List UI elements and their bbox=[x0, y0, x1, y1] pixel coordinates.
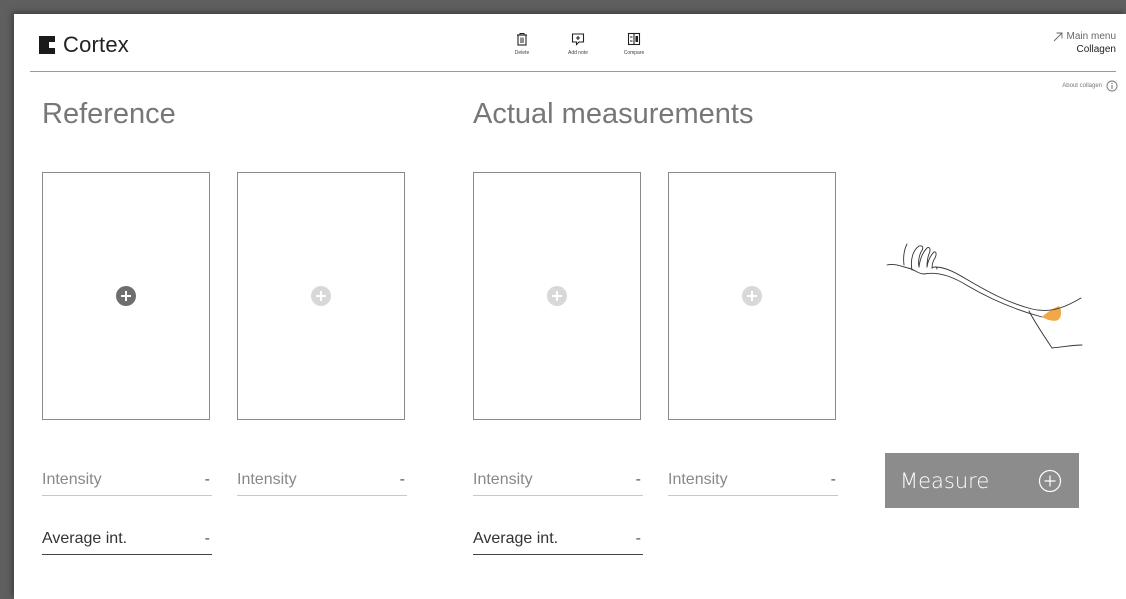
main-menu-label: Main menu bbox=[1066, 31, 1116, 42]
info-icon bbox=[1106, 80, 1118, 92]
cortex-logo-icon bbox=[39, 36, 55, 54]
compare-label: Compare bbox=[623, 50, 645, 56]
reference-intensity-field-2: Intensity - bbox=[237, 470, 407, 496]
add-image-icon[interactable] bbox=[116, 286, 136, 306]
add-image-icon[interactable] bbox=[742, 286, 762, 306]
app-name: Collagen bbox=[1076, 44, 1116, 55]
add-image-icon[interactable] bbox=[547, 286, 567, 306]
add-note-label: Add note bbox=[567, 50, 589, 56]
delete-button[interactable]: Delete bbox=[494, 32, 550, 56]
intensity-label: Intensity bbox=[237, 471, 297, 488]
cortex-logo[interactable]: Cortex bbox=[36, 32, 129, 58]
intensity-label: Intensity bbox=[473, 471, 533, 488]
actual-image-slot-1[interactable] bbox=[473, 172, 641, 420]
add-note-button[interactable]: Add note bbox=[550, 32, 606, 56]
reference-image-slot-1[interactable] bbox=[42, 172, 210, 420]
reference-average-field: Average int. - bbox=[42, 529, 212, 555]
app-window: Cortex Delete Add note Compare Main menu… bbox=[14, 14, 1126, 599]
reference-image-slot-2[interactable] bbox=[237, 172, 405, 420]
header-divider bbox=[30, 71, 1116, 72]
actual-average-field: Average int. - bbox=[473, 529, 643, 555]
logo-text: Cortex bbox=[63, 32, 129, 57]
main-menu: Main menu Collagen bbox=[1053, 31, 1116, 55]
about-collagen-link[interactable]: About collagen bbox=[1062, 80, 1118, 92]
reference-intensity-field-1: Intensity - bbox=[42, 470, 212, 496]
intensity-label: Intensity bbox=[42, 471, 102, 488]
compare-button[interactable]: Compare bbox=[606, 32, 662, 56]
intensity-value: - bbox=[204, 471, 210, 488]
about-collagen-label: About collagen bbox=[1062, 83, 1102, 89]
toolbar: Delete Add note Compare bbox=[494, 32, 662, 56]
actual-intensity-field-1: Intensity - bbox=[473, 470, 643, 496]
actual-measurements-title: Actual measurements bbox=[473, 98, 754, 130]
average-label: Average int. bbox=[473, 530, 559, 547]
plus-circle-icon bbox=[1038, 469, 1062, 492]
arm-illustration bbox=[886, 243, 1083, 349]
add-image-icon[interactable] bbox=[311, 286, 331, 306]
average-label: Average int. bbox=[42, 530, 128, 547]
compare-icon bbox=[627, 32, 641, 46]
actual-intensity-field-2: Intensity - bbox=[668, 470, 838, 496]
measure-button[interactable]: Measure bbox=[885, 453, 1079, 508]
reference-title: Reference bbox=[42, 98, 176, 130]
average-value: - bbox=[204, 530, 210, 547]
intensity-value: - bbox=[635, 471, 641, 488]
intensity-value: - bbox=[399, 471, 405, 488]
delete-label: Delete bbox=[514, 50, 530, 56]
intensity-label: Intensity bbox=[668, 471, 728, 488]
measure-label: Measure bbox=[900, 468, 990, 493]
actual-image-slot-2[interactable] bbox=[668, 172, 836, 420]
main-menu-link[interactable]: Main menu bbox=[1053, 31, 1116, 42]
add-note-icon bbox=[571, 33, 585, 46]
arrow-up-right-icon bbox=[1053, 32, 1062, 41]
trash-icon bbox=[517, 33, 527, 46]
intensity-value: - bbox=[830, 471, 836, 488]
average-value: - bbox=[635, 530, 641, 547]
